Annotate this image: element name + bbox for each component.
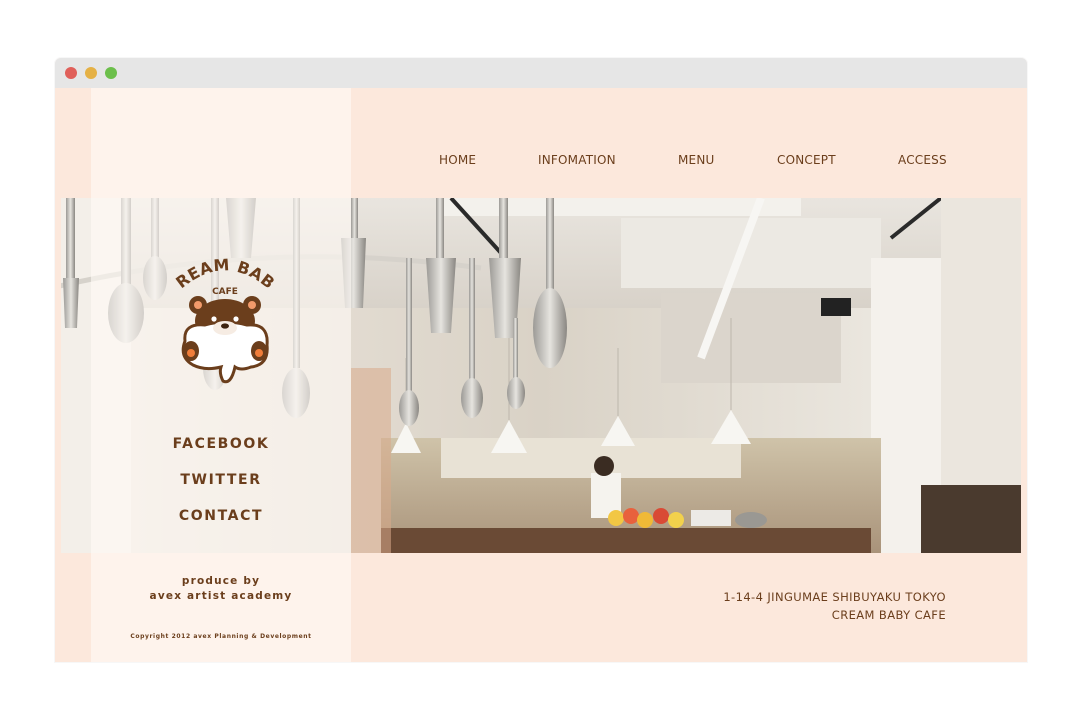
maximize-window-button[interactable] <box>105 67 117 79</box>
nav-concept-link[interactable]: CONCEPT <box>777 153 836 167</box>
producer-name: avex artist academy <box>149 590 293 602</box>
window-titlebar <box>55 58 1027 88</box>
browser-window: HOME INFOMATION MENU CONCEPT ACCESS REAM… <box>55 58 1027 662</box>
logo-subtitle-text: CAFE <box>212 287 238 297</box>
contact-link[interactable]: CONTACT <box>91 508 351 524</box>
address-block: 1-14-4 JINGUMAE SHIBUYAKU TOKYO CREAM BA… <box>723 588 946 624</box>
nav-information-link[interactable]: INFOMATION <box>538 153 616 167</box>
nav-menu-link[interactable]: MENU <box>678 153 715 167</box>
copyright-text: Copyright 2012 avex Planning & Developme… <box>130 633 312 640</box>
facebook-link[interactable]: FACEBOOK <box>91 436 351 452</box>
close-window-button[interactable] <box>65 67 77 79</box>
nav-home-link[interactable]: HOME <box>439 153 476 167</box>
twitter-link[interactable]: TWITTER <box>91 472 351 488</box>
cream-baby-cafe-logo[interactable]: CREAM BABY CAFE <box>158 238 285 388</box>
address-street: 1-14-4 JINGUMAE SHIBUYAKU TOKYO <box>723 590 946 604</box>
address-cafe-name: CREAM BABY CAFE <box>831 608 946 622</box>
produce-by-label: produce by <box>181 575 261 587</box>
minimize-window-button[interactable] <box>85 67 97 79</box>
nav-access-link[interactable]: ACCESS <box>898 153 947 167</box>
